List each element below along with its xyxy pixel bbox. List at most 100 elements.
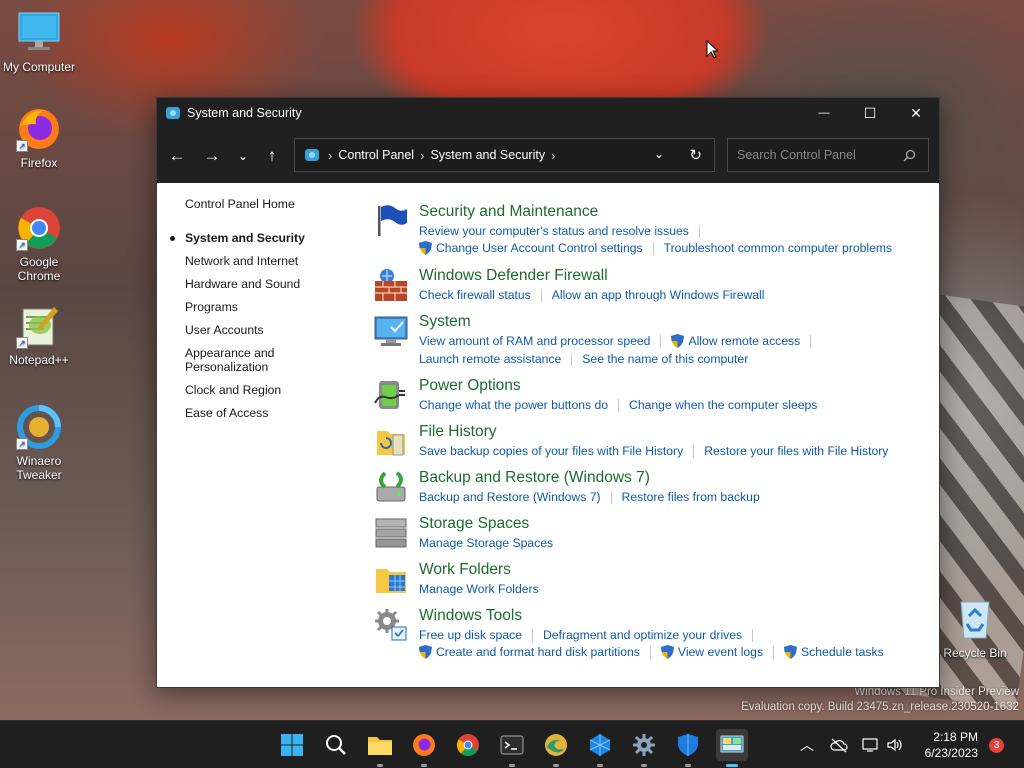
taskbar-file-explorer[interactable] bbox=[364, 729, 396, 767]
task-link[interactable]: Check firewall status bbox=[419, 288, 531, 302]
chevron-down-icon[interactable]: ⌄ bbox=[654, 147, 664, 161]
breadcrumb-control-panel[interactable]: Control Panel bbox=[338, 148, 414, 162]
task-link[interactable]: Launch remote assistance bbox=[419, 352, 561, 366]
nav-network-and-internet[interactable]: Network and Internet bbox=[185, 254, 355, 268]
taskbar-chrome[interactable] bbox=[452, 729, 484, 761]
taskbar-defender[interactable] bbox=[672, 729, 704, 767]
notification-badge[interactable]: 3 bbox=[989, 738, 1004, 753]
task-link[interactable]: Restore files from backup bbox=[622, 490, 760, 504]
task-link[interactable]: Allow remote access bbox=[688, 334, 800, 348]
up-button[interactable]: ↑ bbox=[256, 140, 288, 172]
task-link[interactable]: Restore your files with File History bbox=[704, 444, 888, 458]
recent-locations-button[interactable]: ⌄ bbox=[227, 140, 259, 172]
task-link[interactable]: View amount of RAM and processor speed bbox=[419, 334, 650, 348]
category-title[interactable]: Windows Defender Firewall bbox=[419, 267, 608, 285]
maximize-button[interactable]: ☐ bbox=[847, 98, 893, 128]
task-link[interactable]: Create and format hard disk partitions bbox=[436, 645, 640, 659]
breadcrumb-separator[interactable]: › bbox=[551, 148, 555, 163]
desktop-icon-winaero-tweaker[interactable]: ↗ Winaero Tweaker bbox=[0, 404, 78, 482]
title-bar[interactable]: System and Security — ☐ ✕ bbox=[157, 98, 939, 128]
search-input[interactable]: Search Control Panel bbox=[727, 138, 929, 172]
uac-shield-icon bbox=[660, 645, 674, 659]
nav-programs[interactable]: Programs bbox=[185, 300, 355, 314]
arrow-up-icon: ↑ bbox=[267, 146, 277, 165]
nav-control-panel-home[interactable]: Control Panel Home bbox=[185, 197, 355, 211]
taskbar-firefox[interactable] bbox=[408, 729, 440, 767]
nav-clock-and-region[interactable]: Clock and Region bbox=[185, 383, 355, 397]
nav-ease-of-access[interactable]: Ease of Access bbox=[185, 406, 355, 420]
task-link[interactable]: Change what the power buttons do bbox=[419, 398, 608, 412]
running-indicator bbox=[421, 764, 427, 767]
task-link[interactable]: Schedule tasks bbox=[801, 645, 884, 659]
task-link[interactable]: Review your computer's status and resolv… bbox=[419, 224, 689, 238]
refresh-icon[interactable]: ↻ bbox=[689, 146, 702, 164]
recycle-bin-icon bbox=[952, 596, 998, 642]
forward-button[interactable]: → bbox=[196, 140, 228, 172]
nav-appearance-and-personalization[interactable]: Appearance and Personalization bbox=[185, 346, 295, 374]
task-link[interactable]: Troubleshoot common computer problems bbox=[664, 241, 893, 255]
desktop-icon-recycle-bin[interactable]: Recycle Bin bbox=[936, 596, 1014, 660]
backup-icon bbox=[376, 471, 406, 502]
running-indicator bbox=[726, 764, 738, 767]
clock-date: 6/23/2023 bbox=[924, 746, 978, 760]
nav-hardware-and-sound[interactable]: Hardware and Sound bbox=[185, 277, 355, 291]
task-link[interactable]: Change User Account Control settings bbox=[436, 241, 643, 255]
task-link[interactable]: Manage Storage Spaces bbox=[419, 536, 553, 550]
desktop-icon-chrome[interactable]: ↗ Google Chrome bbox=[0, 205, 78, 283]
task-link[interactable]: Save backup copies of your files with Fi… bbox=[419, 444, 683, 458]
minimize-icon: — bbox=[818, 107, 830, 119]
taskbar-settings[interactable] bbox=[628, 729, 660, 767]
monitor-icon bbox=[374, 316, 408, 346]
nav-system-and-security[interactable]: System and Security bbox=[170, 231, 355, 245]
taskbar-terminal[interactable] bbox=[496, 729, 528, 767]
work-folders-icon bbox=[376, 569, 406, 593]
desktop-icon-notepadpp[interactable]: ↗ Notepad++ bbox=[0, 303, 78, 367]
shortcut-arrow-icon: ↗ bbox=[16, 337, 28, 349]
breadcrumb-system-and-security[interactable]: System and Security bbox=[430, 148, 545, 162]
taskbar-azure[interactable] bbox=[584, 729, 616, 767]
taskbar-search-button[interactable] bbox=[320, 729, 352, 761]
uac-shield-icon bbox=[784, 645, 798, 659]
start-button[interactable] bbox=[276, 729, 308, 761]
category-title[interactable]: Power Options bbox=[419, 377, 521, 395]
task-link[interactable]: Change when the computer sleeps bbox=[629, 398, 817, 412]
task-line: Save backup copies of your files with Fi… bbox=[419, 444, 888, 458]
control-panel-icon bbox=[720, 735, 744, 753]
show-hidden-icons-chevron-icon[interactable]: ︿ bbox=[800, 735, 814, 755]
category-title[interactable]: File History bbox=[419, 423, 497, 441]
task-link[interactable]: Manage Work Folders bbox=[419, 582, 539, 596]
taskbar-control-panel[interactable] bbox=[716, 729, 748, 767]
control-panel-window: System and Security — ☐ ✕ ← → ⌄ ↑ › Cont… bbox=[156, 97, 940, 688]
network-icon[interactable] bbox=[862, 737, 878, 753]
search-icon bbox=[326, 735, 346, 755]
task-link[interactable]: Backup and Restore (Windows 7) bbox=[419, 490, 601, 504]
category-title[interactable]: Windows Tools bbox=[419, 607, 522, 625]
address-bar[interactable]: › Control Panel › System and Security › … bbox=[294, 138, 715, 172]
file-history-icon bbox=[377, 431, 405, 456]
task-link[interactable]: See the name of this computer bbox=[582, 352, 748, 366]
desktop-icon-my-computer[interactable]: My Computer bbox=[0, 10, 78, 74]
volume-icon[interactable] bbox=[886, 737, 902, 753]
onedrive-offline-icon[interactable] bbox=[830, 737, 848, 753]
category-title[interactable]: Storage Spaces bbox=[419, 515, 529, 533]
taskbar-edge-canary[interactable] bbox=[540, 729, 572, 767]
minimize-button[interactable]: — bbox=[801, 98, 847, 128]
navigation-bar: ← → ⌄ ↑ › Control Panel › System and Sec… bbox=[157, 128, 939, 183]
desktop-icon-firefox[interactable]: ↗ Firefox bbox=[0, 106, 78, 170]
clock[interactable]: 2:18 PM 6/23/2023 bbox=[925, 729, 978, 761]
back-button[interactable]: ← bbox=[161, 140, 193, 172]
breadcrumb-separator: › bbox=[328, 147, 333, 163]
task-link[interactable]: View event logs bbox=[678, 645, 763, 659]
category-title[interactable]: Backup and Restore (Windows 7) bbox=[419, 469, 650, 487]
close-button[interactable]: ✕ bbox=[893, 98, 939, 128]
category-title[interactable]: Work Folders bbox=[419, 561, 511, 579]
nav-user-accounts[interactable]: User Accounts bbox=[185, 323, 355, 337]
category-title[interactable]: Security and Maintenance bbox=[419, 203, 598, 221]
winaero-tweaker-icon: ↗ bbox=[16, 404, 62, 450]
task-link[interactable]: Allow an app through Windows Firewall bbox=[552, 288, 765, 302]
task-link[interactable]: Free up disk space bbox=[419, 628, 522, 642]
taskbar: ︿ 2:18 PM 6/23/2023 3 bbox=[0, 720, 1024, 768]
breadcrumb-separator[interactable]: › bbox=[420, 148, 424, 163]
task-link[interactable]: Defragment and optimize your drives bbox=[543, 628, 742, 642]
category-title[interactable]: System bbox=[419, 313, 471, 331]
